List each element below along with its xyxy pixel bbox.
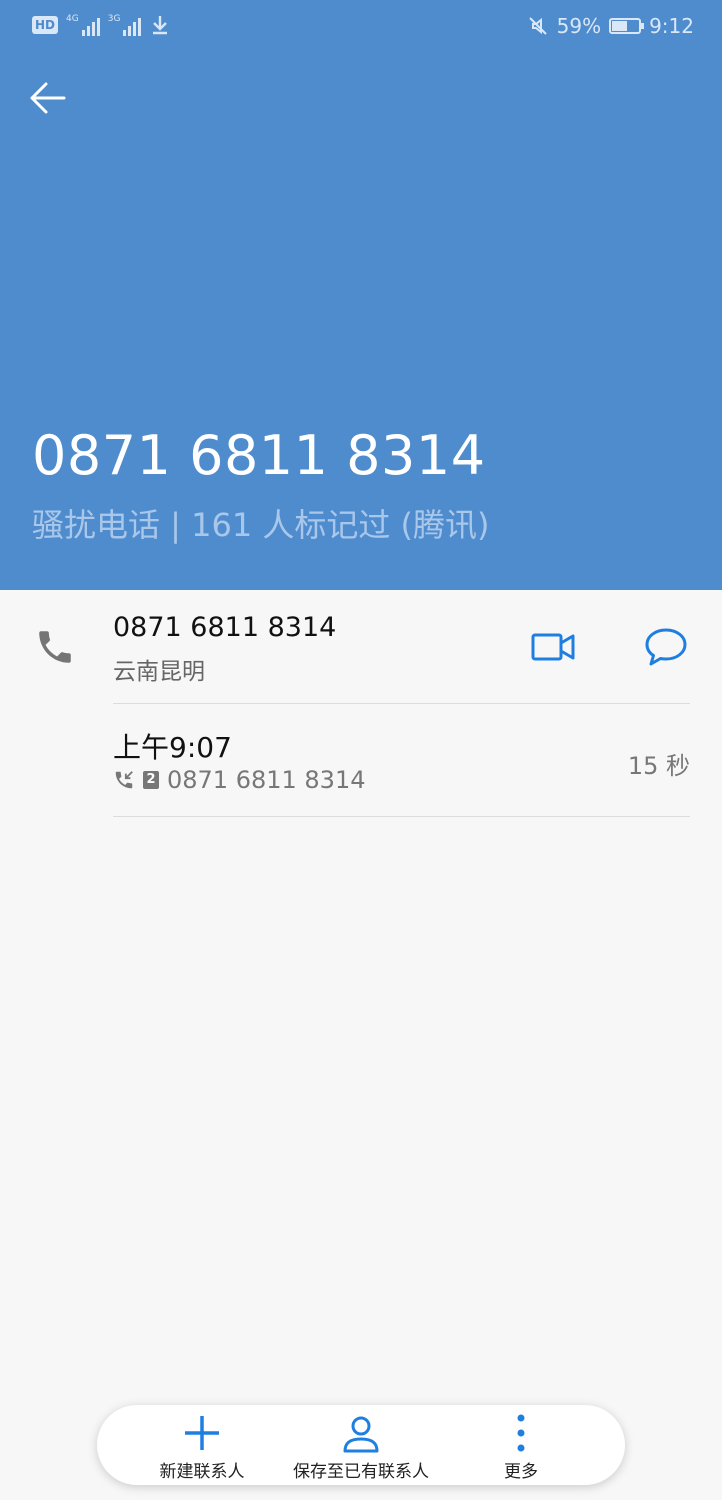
divider — [113, 703, 690, 704]
download-icon — [153, 16, 168, 35]
back-arrow-icon[interactable] — [24, 74, 72, 122]
call-time: 上午9:07 — [113, 731, 232, 764]
new-contact-button[interactable]: 新建联系人 — [117, 1405, 287, 1485]
more-vertical-icon — [517, 1414, 525, 1452]
bottom-action-bar: 新建联系人 保存至已有联系人 更多 — [97, 1405, 625, 1485]
clock: 9:12 — [649, 14, 694, 38]
sim-icon: 2 — [143, 771, 159, 789]
call-number: 0871 6811 8314 — [167, 766, 366, 794]
signal-icon: 4G — [66, 14, 100, 36]
mute-icon — [528, 17, 547, 35]
save-to-existing-label: 保存至已有联系人 — [293, 1462, 429, 1482]
contact-number[interactable]: 0871 6811 8314 — [113, 612, 336, 643]
battery-icon — [609, 18, 645, 34]
header: HD 4G 3G 59% 9:12 0871 6811 8314 骚扰电话 | … — [0, 0, 722, 590]
number-location: 云南昆明 — [113, 659, 205, 685]
page-title: 0871 6811 8314 — [32, 424, 486, 487]
signal-icon: 3G — [108, 14, 142, 36]
more-label: 更多 — [504, 1462, 538, 1482]
call-detail: 2 0871 6811 8314 — [113, 766, 366, 794]
video-call-icon[interactable] — [530, 630, 576, 664]
divider — [113, 816, 690, 817]
message-icon[interactable] — [643, 626, 689, 668]
plus-icon — [185, 1416, 219, 1450]
person-icon — [343, 1416, 379, 1453]
new-contact-label: 新建联系人 — [159, 1462, 245, 1482]
incoming-call-icon — [115, 771, 133, 789]
save-to-existing-button[interactable]: 保存至已有联系人 — [276, 1405, 446, 1485]
hd-badge: HD — [32, 16, 59, 34]
status-bar: HD 4G 3G 59% 9:12 — [0, 0, 722, 56]
phone-icon[interactable] — [34, 626, 76, 668]
battery-percent: 59% — [556, 14, 602, 38]
call-duration: 15 秒 — [627, 752, 690, 780]
more-button[interactable]: 更多 — [436, 1405, 606, 1485]
spam-tag: 骚扰电话 | 161 人标记过 (腾讯) — [32, 506, 490, 544]
